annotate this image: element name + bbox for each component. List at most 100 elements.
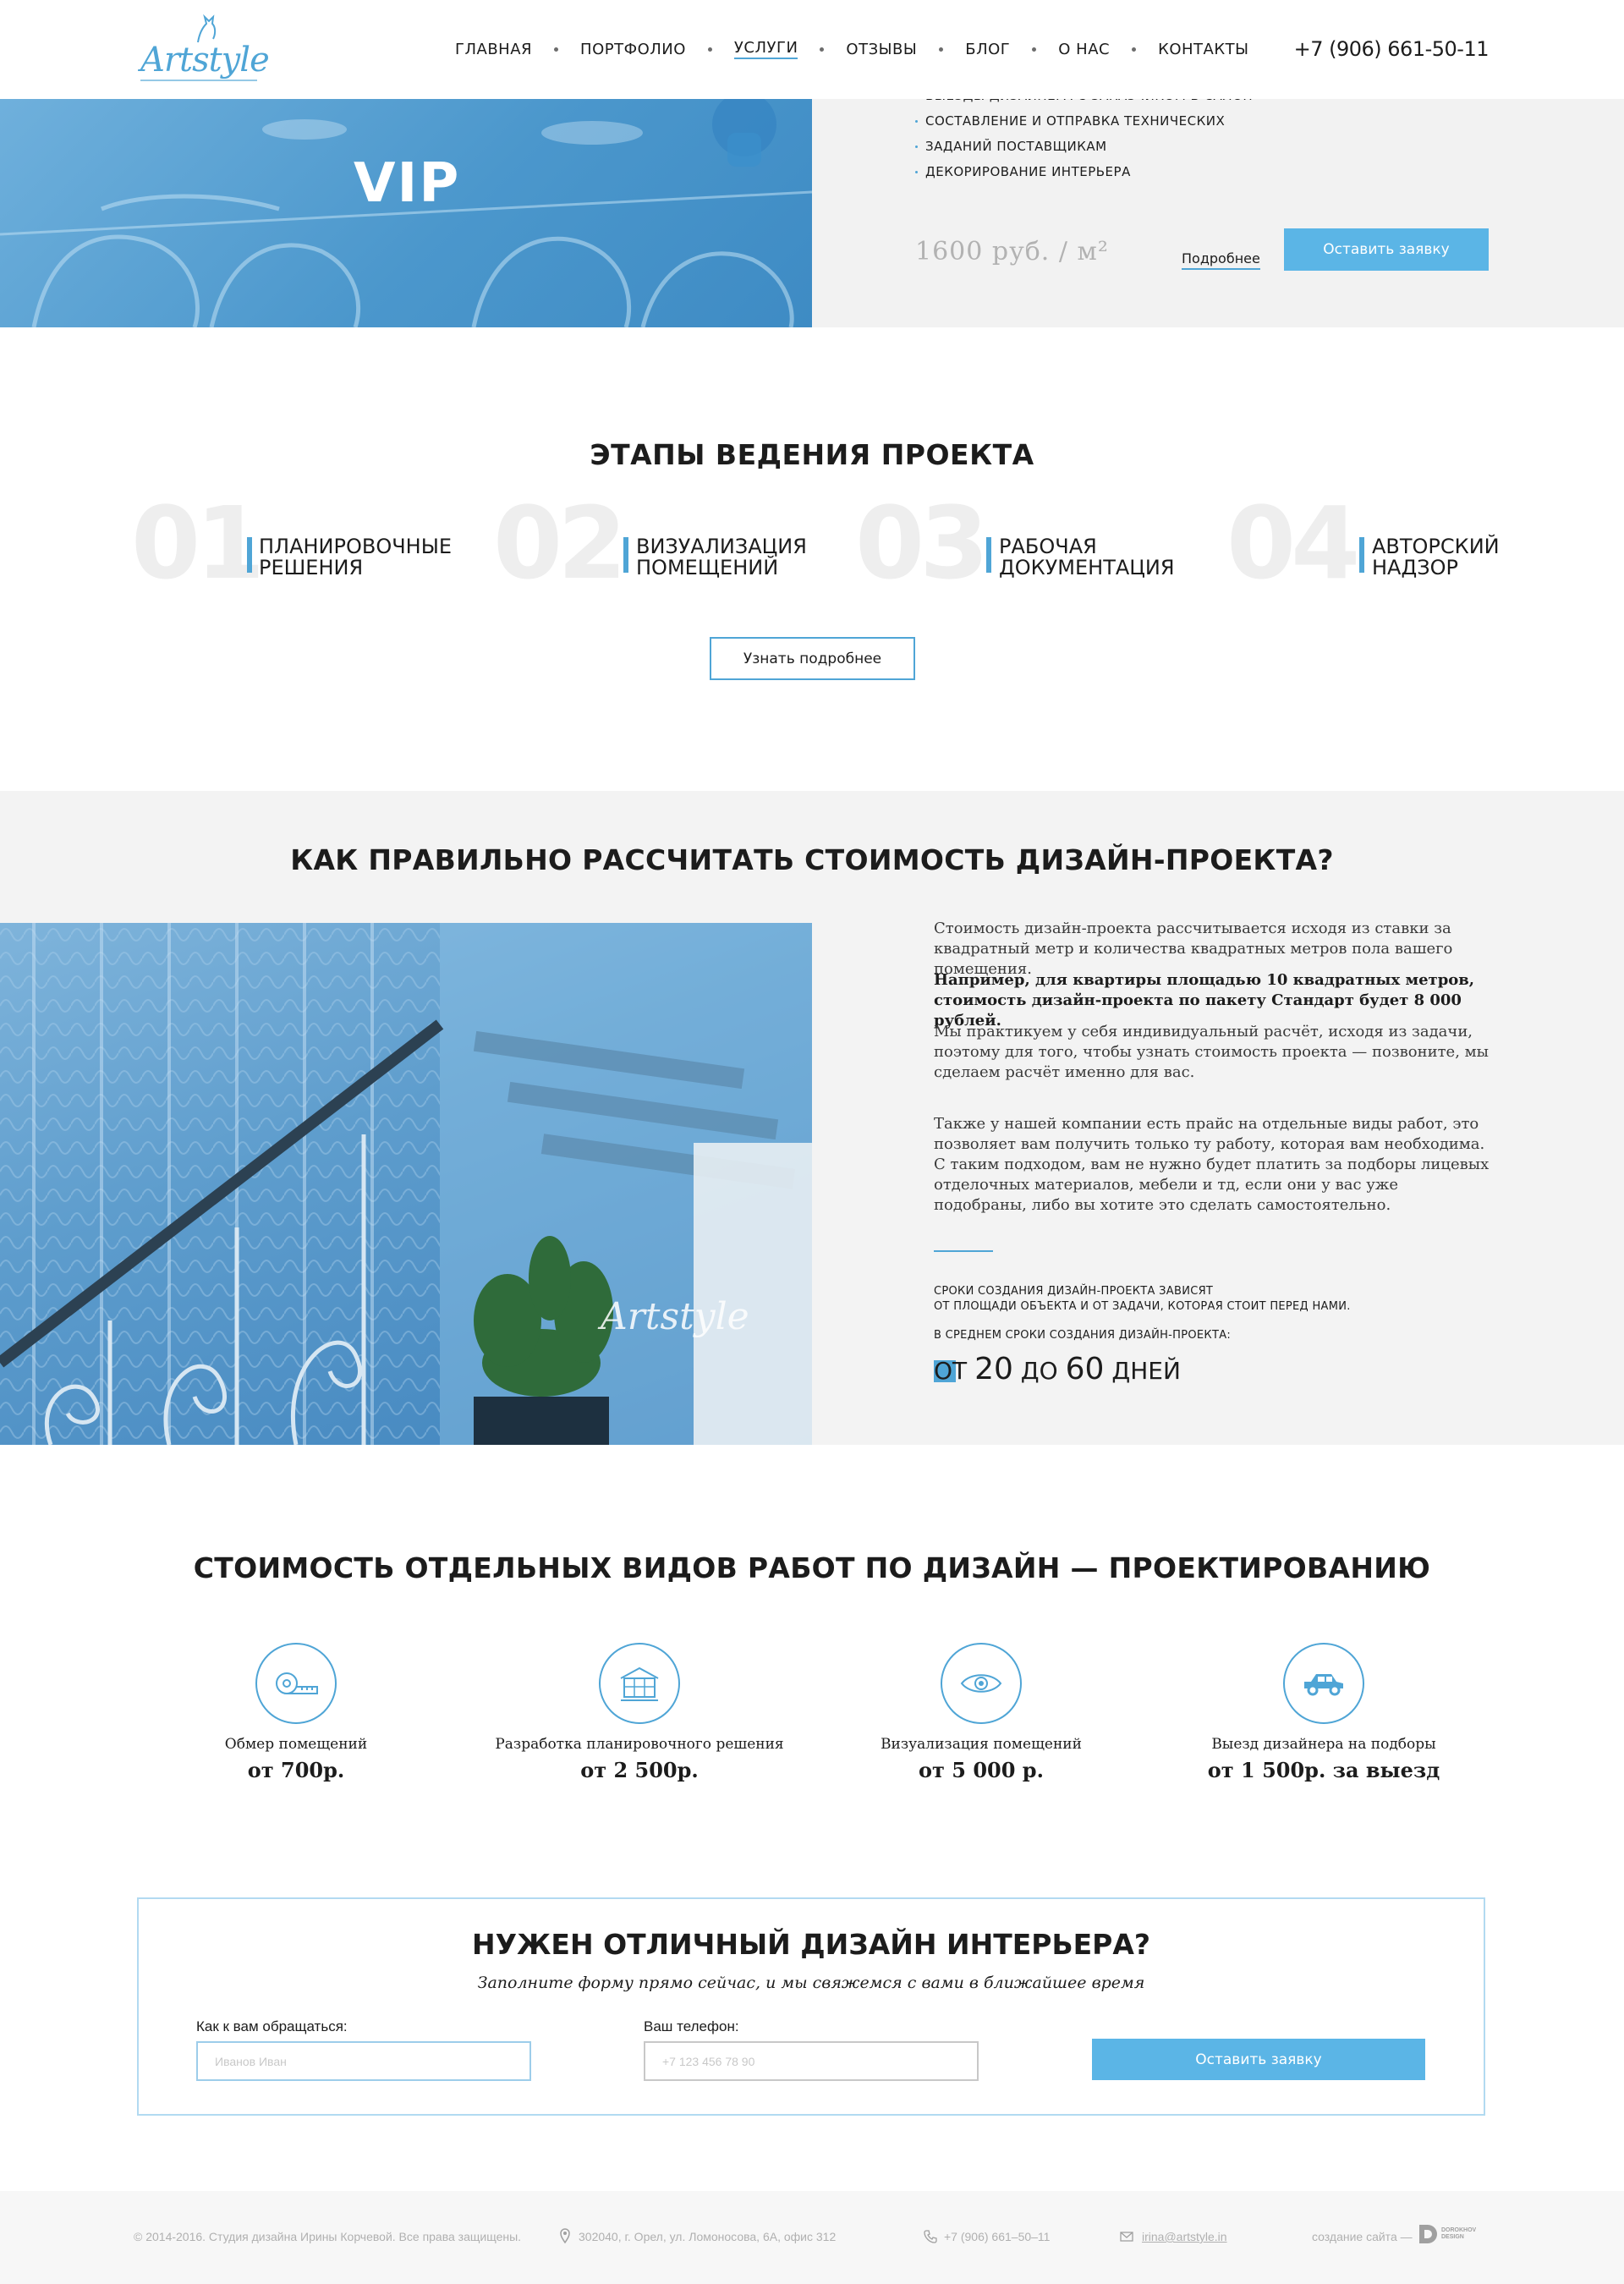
- nav-separator: [1032, 47, 1037, 52]
- vip-feature-item: СОСТАВЛЕНИЕ И ОТПРАВКА ТЕХНИЧЕСКИХ: [915, 108, 1253, 134]
- main-nav: ГЛАВНАЯ ПОРТФОЛИО УСЛУГИ ОТЗЫВЫ БЛОГ О Н…: [455, 39, 1249, 59]
- calc-term-line: ОТ ПЛОЩАДИ ОБЪЕКТА И ОТ ЗАДАЧИ, КОТОРАЯ …: [934, 1300, 1351, 1313]
- phone-icon: [924, 2230, 937, 2243]
- location-pin-icon: [560, 2228, 570, 2243]
- price-value: от 1 500р. за выезд: [1207, 1758, 1440, 1782]
- nav-separator: [554, 47, 559, 52]
- site-header: Artstyle ГЛАВНАЯ ПОРТФОЛИО УСЛУГИ ОТЗЫВЫ…: [0, 0, 1624, 99]
- days-unit: ДНЕЙ: [1111, 1357, 1181, 1385]
- staircase-illustration: [0, 923, 812, 1445]
- calc-days: ОТ 20 ДО 60 ДНЕЙ: [934, 1352, 1181, 1386]
- nav-about[interactable]: О НАС: [1058, 41, 1110, 58]
- nav-portfolio[interactable]: ПОРТФОЛИО: [580, 41, 686, 58]
- nav-separator: [820, 47, 825, 52]
- vip-price: 1600 руб. / м²: [915, 237, 1109, 266]
- stage-label: АВТОРСКИЙ НАДЗОР: [1372, 536, 1500, 579]
- calc-average-label: В СРЕДНЕМ СРОКИ СОЗДАНИЯ ДИЗАЙН-ПРОЕКТА:: [934, 1329, 1232, 1342]
- calc-divider: [934, 1250, 993, 1252]
- calc-title: КАК ПРАВИЛЬНО РАССЧИТАТЬ СТОИМОСТЬ ДИЗАЙ…: [290, 843, 1334, 876]
- eye-icon: [941, 1643, 1022, 1724]
- stage-label-line: ДОКУМЕНТАЦИЯ: [999, 556, 1175, 579]
- price-value: от 2 500р.: [580, 1758, 699, 1782]
- calc-term-line: СРОКИ СОЗДАНИЯ ДИЗАЙН-ПРОЕКТА ЗАВИСЯТ: [934, 1285, 1214, 1298]
- footer-address: 302040, г. Орел, ул. Ломоносова, 6А, офи…: [579, 2230, 837, 2243]
- footer-copyright: © 2014-2016. Студия дизайна Ирины Корчев…: [134, 2230, 522, 2243]
- mail-icon: [1120, 2232, 1133, 2242]
- price-value: от 5 000 р.: [919, 1758, 1044, 1782]
- days-from: ОТ: [934, 1357, 968, 1385]
- logo-underline: [140, 80, 257, 81]
- stage-number: 04: [1226, 485, 1360, 601]
- nav-separator: [707, 47, 712, 52]
- logo-text: Artstyle: [140, 41, 270, 80]
- price-label: Обмер помещений: [224, 1736, 368, 1753]
- stage-label-line: НАДЗОР: [1372, 556, 1458, 579]
- price-item: Обмер помещений от 700р.: [127, 1643, 465, 1782]
- phone-field[interactable]: [644, 2041, 979, 2081]
- stage-label: РАБОЧАЯ ДОКУМЕНТАЦИЯ: [999, 536, 1175, 579]
- form-subtitle: Заполните форму прямо сейчас, и мы свяже…: [477, 1974, 1145, 1992]
- header-phone[interactable]: +7 (906) 661-50-11: [1294, 37, 1490, 61]
- stage-accent-bar: [1359, 537, 1364, 573]
- developer-logo[interactable]: DOROKHOV DESIGN: [1418, 2223, 1477, 2245]
- vip-order-button[interactable]: Оставить заявку: [1284, 228, 1489, 271]
- prices-title: СТОИМОСТЬ ОТДЕЛЬНЫХ ВИДОВ РАБОТ ПО ДИЗАЙ…: [193, 1551, 1431, 1584]
- footer-phone[interactable]: +7 (906) 661–50–11: [944, 2230, 1050, 2243]
- nav-contacts[interactable]: КОНТАКТЫ: [1158, 41, 1248, 58]
- price-item: Выезд дизайнера на подборы от 1 500р. за…: [1155, 1643, 1493, 1782]
- stage-number: 03: [855, 485, 989, 601]
- cat-logo-icon: [197, 14, 217, 43]
- form-title: НУЖЕН ОТЛИЧНЫЙ ДИЗАЙН ИНТЕРЬЕРА?: [471, 1928, 1151, 1961]
- stage-number: 01: [131, 485, 265, 601]
- price-label: Выезд дизайнера на подборы: [1211, 1736, 1436, 1753]
- stages-more-button[interactable]: Узнать подробнее: [710, 637, 915, 680]
- nav-blog[interactable]: БЛОГ: [965, 41, 1010, 58]
- tape-measure-icon: [255, 1643, 337, 1724]
- calc-term-note: СРОКИ СОЗДАНИЯ ДИЗАЙН-ПРОЕКТА ЗАВИСЯТ ОТ…: [934, 1284, 1492, 1315]
- staircase-image: Artstyle: [0, 923, 812, 1445]
- vip-more-link[interactable]: Подробнее: [1182, 250, 1260, 270]
- name-field[interactable]: [196, 2041, 531, 2081]
- footer-email[interactable]: irina@artstyle.in: [1142, 2230, 1227, 2243]
- footer-credit: создание сайта —: [1312, 2230, 1413, 2243]
- stage-number: 02: [493, 485, 627, 601]
- car-icon: [1283, 1643, 1364, 1724]
- developer-logo-text: DOROKHOV DESIGN: [1441, 2227, 1477, 2240]
- days-to: ДО: [1020, 1357, 1058, 1385]
- stage-label-line: ВИЗУАЛИЗАЦИЯ: [636, 535, 807, 558]
- vip-feature-item: ДЕКОРИРОВАНИЕ ИНТЕРЬЕРА: [915, 159, 1253, 184]
- price-value: от 700р.: [247, 1758, 345, 1782]
- nav-home[interactable]: ГЛАВНАЯ: [455, 41, 532, 58]
- price-item: Визуализация помещений от 5 000 р.: [812, 1643, 1150, 1782]
- nav-reviews[interactable]: ОТЗЫВЫ: [846, 41, 917, 58]
- logo[interactable]: Artstyle: [135, 12, 270, 85]
- days-min: 20: [974, 1352, 1013, 1386]
- image-watermark: Artstyle: [601, 1295, 749, 1338]
- stage-accent-bar: [986, 537, 991, 573]
- phone-label: Ваш телефон:: [644, 2018, 739, 2034]
- stage-accent-bar: [623, 537, 628, 573]
- form-submit-button[interactable]: Оставить заявку: [1092, 2039, 1425, 2080]
- price-label: Разработка планировочного решения: [495, 1736, 784, 1753]
- nav-separator: [939, 47, 944, 52]
- stage-label: ПЛАНИРОВОЧНЫЕ РЕШЕНИЯ: [259, 536, 452, 579]
- name-label: Как к вам обращаться:: [196, 2018, 348, 2034]
- calc-paragraph: Мы практикуем у себя индивидуальный расч…: [934, 1023, 1489, 1081]
- vip-title: VIP: [354, 152, 461, 215]
- stage-label-line: ПОМЕЩЕНИЙ: [636, 556, 779, 579]
- stage-label-line: РАБОЧАЯ: [999, 535, 1097, 558]
- nav-services[interactable]: УСЛУГИ: [733, 39, 798, 59]
- nav-separator: [1132, 47, 1137, 52]
- stage-label-line: ПЛАНИРОВОЧНЫЕ: [259, 535, 453, 558]
- stage-label: ВИЗУАЛИЗАЦИЯ ПОМЕЩЕНИЙ: [636, 536, 807, 579]
- stages-title: ЭТАПЫ ВЕДЕНИЯ ПРОЕКТА: [590, 438, 1034, 471]
- calc-paragraph: Также у нашей компании есть прайс на отд…: [934, 1115, 1490, 1214]
- vip-feature-item: ЗАДАНИЙ ПОСТАВЩИКАМ: [915, 134, 1253, 159]
- developer-logo-icon: [1419, 2225, 1437, 2243]
- stage-label-line: АВТОРСКИЙ: [1372, 535, 1500, 558]
- stage-label-line: РЕШЕНИЯ: [259, 556, 364, 579]
- price-label: Визуализация помещений: [881, 1736, 1082, 1753]
- floor-plan-icon: [599, 1643, 680, 1724]
- price-item: Разработка планировочного решения от 2 5…: [470, 1643, 809, 1782]
- stage-accent-bar: [247, 537, 252, 573]
